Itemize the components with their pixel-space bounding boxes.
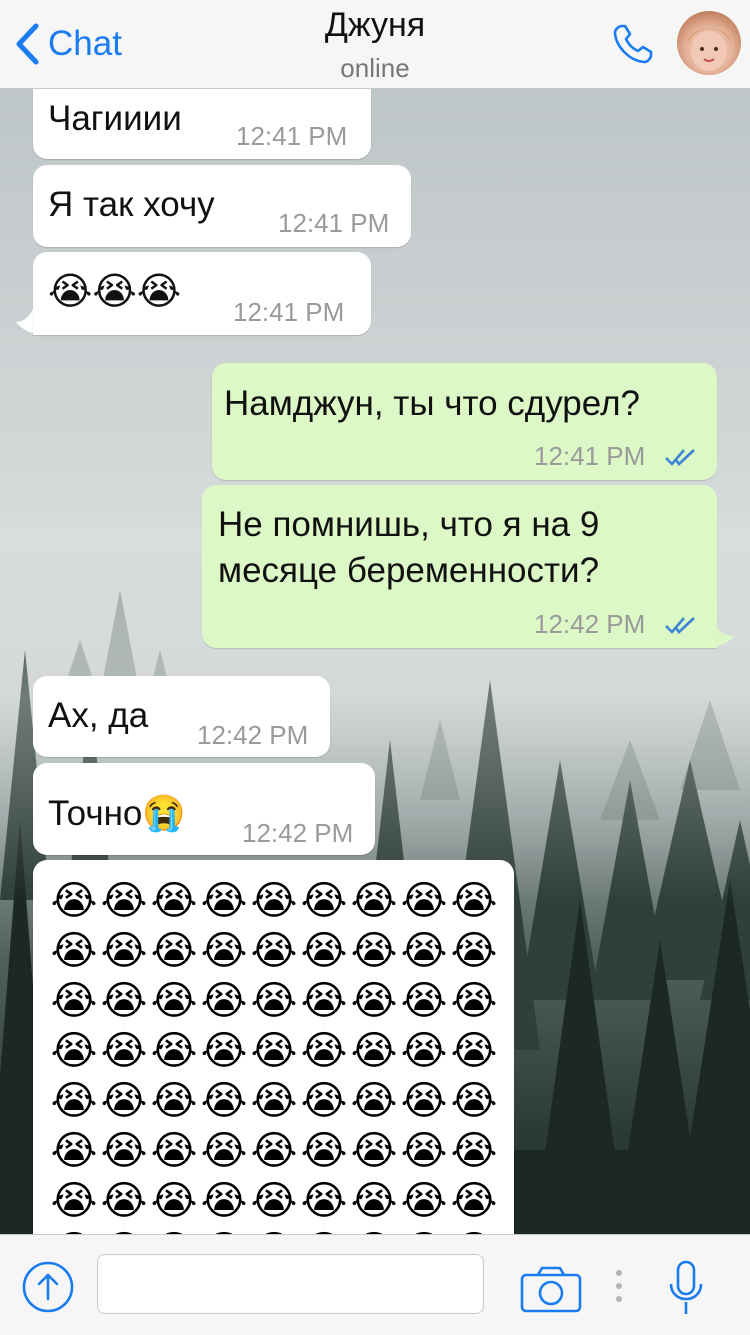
crying-face-emoji: 😭 xyxy=(250,978,298,1024)
crying-face-emoji: 😭 xyxy=(350,1178,398,1224)
message-input[interactable] xyxy=(97,1254,484,1314)
crying-face-emoji: 😭 xyxy=(400,978,448,1024)
message-bubble-outgoing[interactable]: Не помнишь, что я на 9 месяце беременнос… xyxy=(202,485,717,648)
message-text-line: Не помнишь, что я на 9 xyxy=(218,505,600,544)
message-text: Я так хочу xyxy=(48,185,215,224)
message-time: 12:41 PM xyxy=(278,208,390,238)
crying-face-emoji: 😭 xyxy=(450,928,498,974)
crying-face-emoji: 😭 xyxy=(100,1128,148,1174)
crying-face-emoji: 😭 xyxy=(300,978,348,1024)
crying-face-emoji: 😭 xyxy=(150,1078,198,1124)
message-text: Ах, да xyxy=(48,696,149,735)
crying-face-emoji: 😭 xyxy=(50,1128,98,1174)
microphone-icon[interactable] xyxy=(668,1260,704,1318)
separator-dots xyxy=(616,1270,622,1302)
upload-arrow-icon[interactable] xyxy=(22,1261,74,1313)
chat-header: Chat Джуня online xyxy=(0,0,750,89)
crying-face-emoji: 😭 xyxy=(100,1178,148,1224)
crying-face-emoji: 😭 xyxy=(350,1028,398,1074)
crying-face-emoji: 😭 xyxy=(50,878,98,924)
crying-face-emoji: 😭 xyxy=(300,1178,348,1224)
crying-face-emoji: 😭 xyxy=(50,978,98,1024)
crying-face-emoji: 😭 xyxy=(200,1178,248,1224)
crying-face-emoji: 😭 xyxy=(400,928,448,974)
crying-face-emoji: 😭 xyxy=(200,878,248,924)
crying-face-emoji: 😭 xyxy=(200,1128,248,1174)
message-bubble-incoming[interactable]: Точно😭 12:42 PM xyxy=(33,763,375,855)
crying-face-emoji: 😭 xyxy=(400,1078,448,1124)
crying-face-emoji: 😭 xyxy=(250,1078,298,1124)
crying-face-emoji: 😭 xyxy=(100,1078,148,1124)
crying-face-emoji: 😭 xyxy=(300,1128,348,1174)
crying-face-emoji: 😭 xyxy=(400,1028,448,1074)
double-check-icon xyxy=(665,617,695,634)
crying-face-emoji: 😭 xyxy=(50,1078,98,1124)
crying-face-emoji: 😭 xyxy=(100,878,148,924)
message-time: 12:41 PM xyxy=(236,121,348,151)
crying-face-emoji: 😭 xyxy=(300,928,348,974)
crying-face-emoji: 😭 xyxy=(150,978,198,1024)
message-text: Чагииии xyxy=(48,99,182,138)
crying-face-emoji: 😭 xyxy=(450,978,498,1024)
crying-face-emoji: 😭 xyxy=(50,1028,98,1074)
crying-face-emoji: 😭 xyxy=(100,1028,148,1074)
crying-face-emoji: 😭 xyxy=(100,978,148,1024)
message-text-line: месяце беременности? xyxy=(218,551,600,590)
crying-face-emoji: 😭 xyxy=(350,978,398,1024)
crying-face-emoji: 😭 xyxy=(150,1028,198,1074)
crying-face-emoji: 😭 xyxy=(250,928,298,974)
message-text: 😭😭😭 xyxy=(48,269,182,313)
crying-face-emoji: 😭 xyxy=(200,1028,248,1074)
message-bubble-outgoing[interactable]: Намджун, ты что сдурел? 12:41 PM xyxy=(212,363,717,480)
crying-face-emoji: 😭 xyxy=(300,1078,348,1124)
crying-face-emoji: 😭 xyxy=(400,878,448,924)
contact-avatar[interactable] xyxy=(677,11,741,75)
crying-face-emoji: 😭 xyxy=(300,878,348,924)
message-bubble-incoming[interactable]: Чагииии 12:41 PM xyxy=(33,80,371,159)
crying-face-emoji: 😭 xyxy=(200,978,248,1024)
crying-face-emoji: 😭 xyxy=(150,878,198,924)
double-check-icon xyxy=(665,449,695,466)
crying-face-emoji: 😭 xyxy=(150,1128,198,1174)
message-time: 12:42 PM xyxy=(534,609,646,639)
crying-face-emoji: 😭 xyxy=(450,878,498,924)
crying-face-emoji: 😭 xyxy=(350,1128,398,1174)
crying-face-emoji: 😭 xyxy=(250,878,298,924)
message-time: 12:41 PM xyxy=(534,441,646,471)
composer-bar xyxy=(0,1234,750,1335)
crying-face-emoji: 😭 xyxy=(100,928,148,974)
message-time: 12:41 PM xyxy=(233,297,345,327)
crying-face-emoji: 😭 xyxy=(300,1028,348,1074)
crying-face-emoji: 😭 xyxy=(250,1028,298,1074)
message-bubble-incoming[interactable]: 😭 😭 😭 😭 😭 😭 😭 😭 😭 😭 😭 😭 😭 😭 😭 😭 😭 😭 😭 😭 😭 😭 😭 😭 😭 😭 😭 😭 😭 😭 😭 😭 😭 😭 😭 😭 😭 😭 😭 😭… xyxy=(33,860,514,1260)
crying-face-emoji: 😭 xyxy=(50,928,98,974)
crying-face-emoji: 😭 xyxy=(450,1078,498,1124)
message-text: Намджун, ты что сдурел? xyxy=(224,384,640,423)
message-bubble-incoming[interactable]: Ах, да 12:42 PM xyxy=(33,676,330,757)
crying-face-emoji: 😭 xyxy=(450,1128,498,1174)
emoji-grid: 😭 😭 😭 😭 😭 😭 😭 😭 😭 😭 😭 😭 😭 😭 😭 😭 😭 😭 😭 😭 😭 😭 😭 😭 😭 😭 😭 😭 😭 😭 😭 😭 😭 😭 😭 😭 😭 😭 😭 😭… xyxy=(49,876,509,1260)
crying-face-emoji: 😭 xyxy=(350,928,398,974)
crying-face-emoji: 😭 xyxy=(350,878,398,924)
message-text: Точно😭 xyxy=(48,794,186,833)
crying-face-emoji: 😭 xyxy=(150,1178,198,1224)
message-time: 12:42 PM xyxy=(242,818,354,848)
crying-face-emoji: 😭 xyxy=(200,1078,248,1124)
crying-face-emoji: 😭 xyxy=(200,928,248,974)
crying-face-emoji: 😭 xyxy=(150,928,198,974)
phone-icon[interactable] xyxy=(610,21,656,67)
crying-face-emoji: 😭 xyxy=(50,1178,98,1224)
crying-face-emoji: 😭 xyxy=(250,1128,298,1174)
message-bubble-incoming[interactable]: 😭😭😭 12:41 PM xyxy=(33,252,371,335)
crying-face-emoji: 😭 xyxy=(400,1178,448,1224)
message-time: 12:42 PM xyxy=(197,720,309,750)
camera-icon[interactable] xyxy=(520,1265,582,1313)
crying-face-emoji: 😭 xyxy=(450,1178,498,1224)
crying-face-emoji: 😭 xyxy=(250,1178,298,1224)
crying-face-emoji: 😭 xyxy=(350,1078,398,1124)
message-bubble-incoming[interactable]: Я так хочу 12:41 PM xyxy=(33,165,411,247)
crying-face-emoji: 😭 xyxy=(400,1128,448,1174)
crying-face-emoji: 😭 xyxy=(450,1028,498,1074)
